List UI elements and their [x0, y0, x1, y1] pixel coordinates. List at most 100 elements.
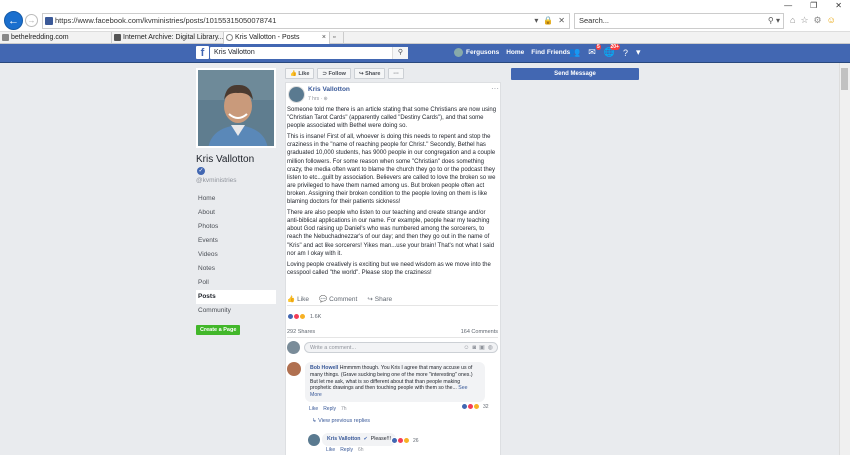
maximize-icon[interactable]: ❐	[810, 1, 817, 10]
post-body: Someone told me there is an article stat…	[287, 106, 498, 280]
browser-icons: ⌂ ☆ ⚙ ☺	[790, 15, 836, 26]
close-icon[interactable]: ✕	[835, 1, 842, 10]
shares-count[interactable]: 292 Shares	[287, 329, 315, 335]
comment-time[interactable]: 7h	[341, 406, 347, 412]
post-timestamp[interactable]: 7 hrs · ⊕	[308, 96, 328, 102]
page-handle[interactable]: @kvministries	[196, 177, 237, 184]
nav-find-friends-link[interactable]: Find Friends	[531, 49, 570, 56]
post-comment-button[interactable]: 💬 Comment	[319, 295, 357, 304]
dropdown-icon[interactable]: ▾	[534, 14, 538, 28]
settings-gear-icon[interactable]: ⚙	[814, 15, 822, 26]
tab-kris-vallotton-posts[interactable]: Kris Vallotton - Posts ×	[224, 32, 330, 44]
create-page-button[interactable]: Create a Page	[196, 325, 241, 335]
commenter-avatar[interactable]	[287, 362, 301, 376]
profile-picture[interactable]	[196, 68, 276, 148]
reply-reply-link[interactable]: Reply	[340, 447, 353, 453]
sidebar-item-about[interactable]: About	[196, 206, 276, 220]
post-author-name[interactable]: Kris Vallotton	[308, 86, 350, 93]
reply-reactions[interactable]: 26	[391, 437, 419, 444]
post-share-label: Share	[374, 295, 393, 303]
fb-search-value: Kris Vallotton	[214, 49, 255, 56]
sidebar-item-poll[interactable]: Poll	[196, 276, 276, 290]
window-controls: — ❐ ✕	[784, 0, 842, 10]
sidebar-item-posts[interactable]: Posts	[196, 290, 276, 304]
post-share-button[interactable]: ↪ Share	[367, 295, 393, 304]
help-icon[interactable]: ?	[623, 48, 628, 58]
post-options-icon[interactable]: ···	[491, 84, 499, 93]
more-options-button[interactable]: ···	[388, 68, 404, 79]
reaction-summary[interactable]: 1.6K	[287, 313, 321, 320]
sidebar-item-community[interactable]: Community	[196, 304, 276, 318]
facebook-logo-icon[interactable]: f	[196, 46, 209, 59]
verified-check-icon: ✓	[197, 167, 205, 175]
commenter-name[interactable]: Bob Howell	[310, 365, 338, 371]
camera-icon[interactable]: ◙	[472, 343, 476, 353]
tab-label: Kris Vallotton - Posts	[235, 34, 300, 41]
comment-reactions[interactable]: 32	[461, 403, 489, 410]
new-tab-button[interactable]: ▫	[330, 32, 344, 44]
wow-reaction-icon	[299, 313, 306, 320]
favorites-star-icon[interactable]: ☆	[800, 15, 808, 26]
comment-reaction-count: 32	[483, 403, 489, 410]
view-previous-replies-link[interactable]: ↳ View previous replies	[312, 418, 370, 424]
like-page-button[interactable]: 👍 Like	[285, 68, 315, 79]
notifications-icon[interactable]: 🌐 20+	[604, 44, 620, 58]
tab-internet-archive[interactable]: Internet Archive: Digital Library...	[112, 32, 224, 44]
reply-like-link[interactable]: Like	[326, 447, 335, 453]
sidebar-item-events[interactable]: Events	[196, 234, 276, 248]
sidebar-item-notes[interactable]: Notes	[196, 262, 276, 276]
send-message-button[interactable]: Send Message	[511, 68, 639, 80]
friend-requests-icon[interactable]: 👥	[569, 47, 580, 58]
page-title: Kris Vallotton	[196, 154, 255, 165]
reply-time[interactable]: 6h	[358, 447, 364, 453]
follow-button[interactable]: ⊃ Follow	[317, 68, 351, 79]
post-paragraph: Loving people creatively is exciting but…	[287, 261, 491, 276]
avatar	[454, 48, 463, 57]
post-author-avatar[interactable]	[288, 86, 305, 103]
comment-reply-link[interactable]: Reply	[323, 406, 336, 412]
scrollbar-thumb[interactable]	[841, 68, 848, 90]
tab-bethelredding[interactable]: bethelredding.com	[0, 32, 112, 44]
back-button[interactable]: ←	[4, 11, 23, 30]
gif-icon[interactable]: ▣	[479, 343, 485, 353]
stop-icon[interactable]: ✕	[558, 14, 565, 28]
profile-link[interactable]: Fergusons	[454, 48, 499, 57]
nav-home-link[interactable]: Home	[506, 49, 524, 56]
reply-actions: Like Reply 6h	[326, 447, 364, 453]
emoji-icon[interactable]: ☺	[463, 343, 469, 353]
messages-icon[interactable]: ✉ 5	[588, 44, 601, 58]
reply-avatar[interactable]	[308, 434, 320, 446]
forward-button[interactable]: →	[25, 14, 38, 27]
sidebar-item-photos[interactable]: Photos	[196, 220, 276, 234]
avatar	[287, 341, 300, 354]
comments-count[interactable]: 164 Comments	[461, 329, 498, 335]
fb-search-input[interactable]: Kris Vallotton ⚲	[210, 47, 408, 59]
comment-input[interactable]: Write a comment... ☺ ◙ ▣ ◍	[304, 342, 498, 353]
view-previous-label: View previous replies	[318, 418, 371, 424]
url-bar[interactable]: https://www.facebook.com/kvministries/po…	[42, 13, 570, 29]
sidebar-item-home[interactable]: Home	[196, 192, 276, 206]
lock-icon[interactable]: 🔒	[543, 14, 553, 28]
tab-bar: bethelredding.com Internet Archive: Digi…	[0, 32, 850, 44]
scrollbar[interactable]	[839, 63, 850, 455]
share-page-button[interactable]: ↪ Share	[353, 68, 386, 79]
feedback-smiley-icon[interactable]: ☺	[827, 15, 836, 26]
comment-bubble: Bob Howell Hmmmm though. You Kris I agre…	[305, 362, 485, 402]
browser-search-input[interactable]: Search... ⚲ ▾	[574, 13, 784, 29]
account-menu-icon[interactable]: ▾	[636, 47, 641, 58]
comment-like-link[interactable]: Like	[309, 406, 318, 412]
search-icon[interactable]: ⚲ ▾	[768, 14, 780, 28]
post-like-button[interactable]: 👍 Like	[287, 295, 309, 304]
url-text: https://www.facebook.com/kvministries/po…	[55, 16, 277, 25]
reply-reaction-count: 26	[413, 437, 419, 444]
minimize-icon[interactable]: —	[784, 1, 792, 10]
sticker-icon[interactable]: ◍	[488, 343, 493, 353]
arrow-left-icon: ←	[8, 14, 19, 27]
home-icon[interactable]: ⌂	[790, 15, 795, 26]
shares-comments-row: 292 Shares 164 Comments	[287, 329, 498, 338]
search-icon[interactable]: ⚲	[392, 47, 408, 59]
reply-author-name[interactable]: Kris Vallotton	[327, 436, 360, 443]
sidebar-item-videos[interactable]: Videos	[196, 248, 276, 262]
loading-icon	[226, 34, 233, 41]
close-tab-icon[interactable]: ×	[322, 32, 326, 44]
